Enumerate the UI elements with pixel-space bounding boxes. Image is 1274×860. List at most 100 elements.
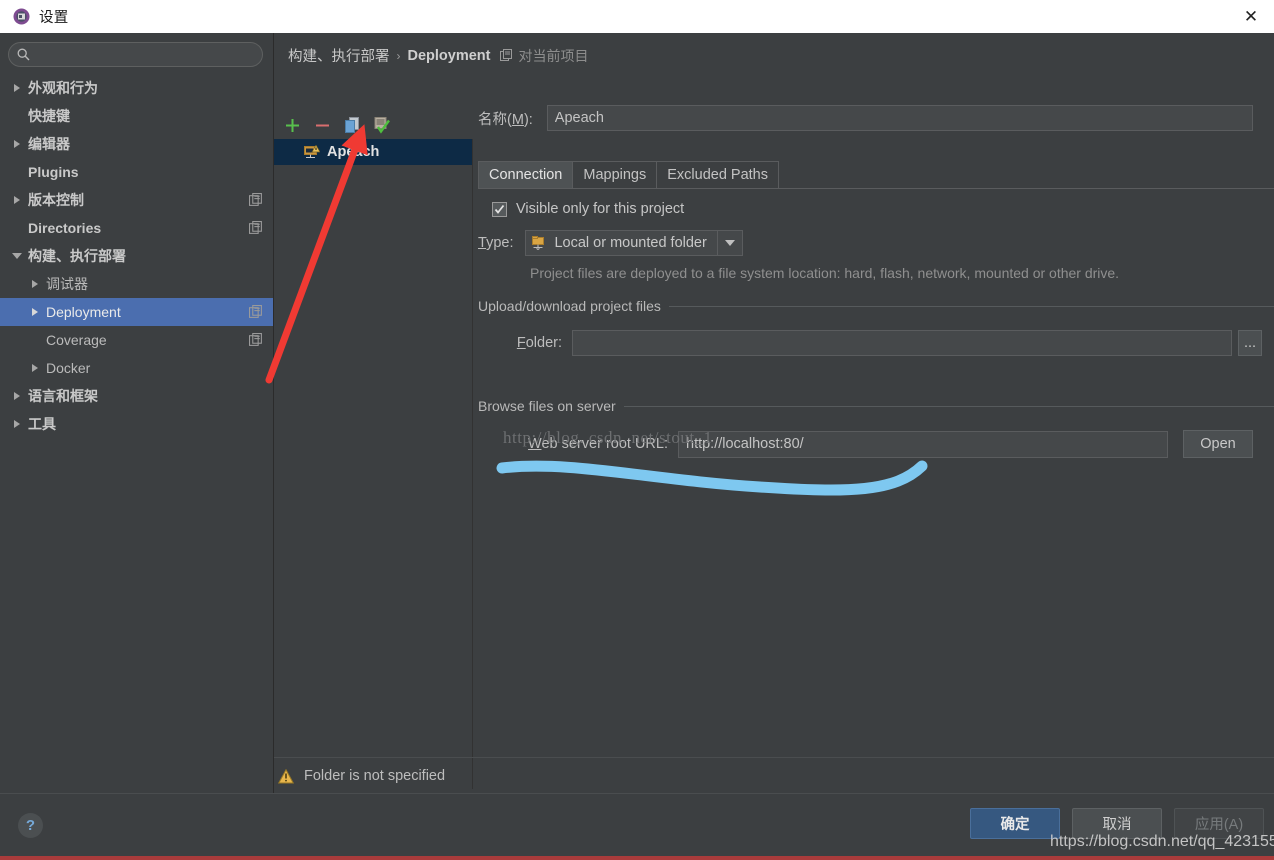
project-scope-icon (249, 305, 263, 319)
dialog-action-buttons: 确定 取消 应用(A) (970, 808, 1264, 839)
type-hint: Project files are deployed to a file sys… (530, 265, 1120, 281)
sidebar-item-[interactable]: 语言和框架 (0, 382, 273, 410)
validate-server-button[interactable] (372, 115, 392, 135)
search-icon (17, 48, 30, 61)
sidebar-item-label: 构建、执行部署 (28, 248, 126, 264)
browse-group-title-row: Browse files on server (478, 398, 1274, 414)
sidebar-item-label: Deployment (46, 304, 121, 320)
chevron-right-icon[interactable] (10, 193, 24, 207)
breadcrumb: 构建、执行部署 › Deployment 对当前项目 (288, 45, 589, 66)
server-list: Apeach (274, 139, 473, 789)
visible-only-checkbox[interactable] (492, 201, 507, 217)
copy-server-button[interactable] (342, 115, 362, 135)
breadcrumb-separator: › (396, 48, 401, 63)
tab-mappings[interactable]: Mappings (572, 161, 658, 188)
settings-window-icon (12, 8, 30, 26)
add-server-button[interactable] (282, 115, 302, 135)
sidebar-item-label: 编辑器 (28, 136, 70, 152)
sidebar-item-label: 版本控制 (28, 192, 84, 208)
visible-only-label: Visible only for this project (516, 201, 685, 217)
window-title: 设置 (39, 10, 69, 26)
sidebar-item-label: Directories (28, 220, 102, 236)
search-input[interactable] (30, 47, 262, 62)
sidebar-item-label: 语言和框架 (28, 388, 98, 404)
folder-browse-button[interactable]: ... (1238, 330, 1262, 356)
server-list-item-apeach[interactable]: Apeach (274, 139, 472, 165)
validation-status-text: Folder is not specified (304, 768, 446, 784)
sidebar-item-[interactable]: 工具 (0, 410, 273, 438)
settings-dialog: 设置 ✕ 外观和行为快捷键编辑器 Plugins 版本控制 Directories 构建… (0, 0, 1274, 860)
folder-label: Folder: (516, 335, 562, 351)
project-scope-icon (499, 49, 513, 62)
project-scope-icon (249, 193, 263, 207)
search-box[interactable] (8, 42, 263, 67)
browse-group-title: Browse files on server (478, 398, 616, 414)
apply-button: 应用(A) (1174, 808, 1264, 839)
settings-sidebar: 外观和行为快捷键编辑器 Plugins 版本控制 Directories 构建、执行部署… (0, 33, 274, 793)
sidebar-item-label: Coverage (46, 332, 107, 348)
cancel-button[interactable]: 取消 (1072, 808, 1162, 839)
chevron-down-icon[interactable] (716, 231, 742, 255)
breadcrumb-current: Deployment (407, 47, 491, 64)
chevron-right-icon[interactable] (10, 417, 24, 431)
breadcrumb-parent[interactable]: 构建、执行部署 (288, 45, 390, 66)
chevron-right-icon[interactable] (28, 305, 42, 319)
folder-input[interactable] (572, 330, 1232, 356)
deployment-pane: 构建、执行部署 › Deployment 对当前项目 Apeach 名称(M):… (274, 33, 1274, 793)
validation-status-bar: Folder is not specified (274, 757, 1274, 794)
sidebar-item-label: 快捷键 (28, 108, 70, 124)
sidebar-item-label: 调试器 (46, 276, 88, 292)
type-combobox[interactable]: Local or mounted folder (525, 230, 743, 256)
tab-connection[interactable]: Connection (478, 161, 574, 188)
breadcrumb-scope-label: 对当前项目 (518, 47, 589, 64)
visible-only-row: Visible only for this project (492, 201, 1274, 217)
tab-excluded-paths[interactable]: Excluded Paths (656, 161, 779, 188)
deployment-form: 名称(M): (474, 105, 1274, 131)
chevron-right-icon[interactable] (28, 361, 42, 375)
sidebar-item-deployment[interactable]: Deployment (0, 298, 273, 326)
sidebar-item-label: Plugins (28, 164, 79, 180)
sidebar-item-label: 工具 (28, 416, 56, 432)
close-icon[interactable]: ✕ (1228, 0, 1274, 33)
name-input[interactable] (546, 105, 1253, 131)
web-root-row: Web server root URL: Open (478, 430, 1274, 458)
sidebar-item-[interactable]: 调试器 (0, 270, 273, 298)
open-button[interactable]: Open (1183, 430, 1253, 458)
group-divider (623, 405, 1274, 407)
sidebar-item-directories[interactable]: Directories (0, 214, 273, 242)
check-icon (494, 204, 505, 214)
sidebar-item-docker[interactable]: Docker (0, 354, 273, 382)
sidebar-item-plugins[interactable]: Plugins (0, 158, 273, 186)
name-row: 名称(M): (474, 105, 1274, 131)
chevron-right-icon[interactable] (10, 389, 24, 403)
server-list-item-label: Apeach (327, 144, 380, 160)
project-scope-icon (249, 221, 263, 235)
web-server-root-url-input[interactable] (678, 430, 1168, 458)
sidebar-item-[interactable]: 版本控制 (0, 186, 273, 214)
chevron-right-icon[interactable] (10, 81, 24, 95)
sidebar-item-coverage[interactable]: Coverage (0, 326, 273, 354)
folder-row: Folder: ... (478, 330, 1274, 356)
sidebar-item-[interactable]: 快捷键 (0, 102, 273, 130)
upload-group: Upload/download project files Folder: ..… (478, 298, 1274, 356)
chevron-down-icon[interactable] (10, 249, 24, 263)
sidebar-item-[interactable]: 外观和行为 (0, 74, 273, 102)
sidebar-item-[interactable]: 构建、执行部署 (0, 242, 273, 270)
connection-panel: Visible only for this project Type: Loca… (478, 193, 1274, 458)
sidebar-item-label: Docker (46, 360, 91, 376)
server-list-toolbar (282, 111, 472, 139)
type-label: Type: (478, 235, 514, 251)
help-button[interactable]: ? (18, 813, 43, 838)
title-bar: 设置 ✕ (0, 0, 1274, 33)
name-label: 名称(M): (478, 111, 533, 128)
remove-server-button[interactable] (312, 115, 332, 135)
ok-button[interactable]: 确定 (970, 808, 1060, 839)
group-divider (668, 305, 1274, 307)
sidebar-item-[interactable]: 编辑器 (0, 130, 273, 158)
bottom-edge-strip (0, 856, 1274, 860)
chevron-right-icon[interactable] (10, 137, 24, 151)
chevron-right-icon[interactable] (28, 277, 42, 291)
